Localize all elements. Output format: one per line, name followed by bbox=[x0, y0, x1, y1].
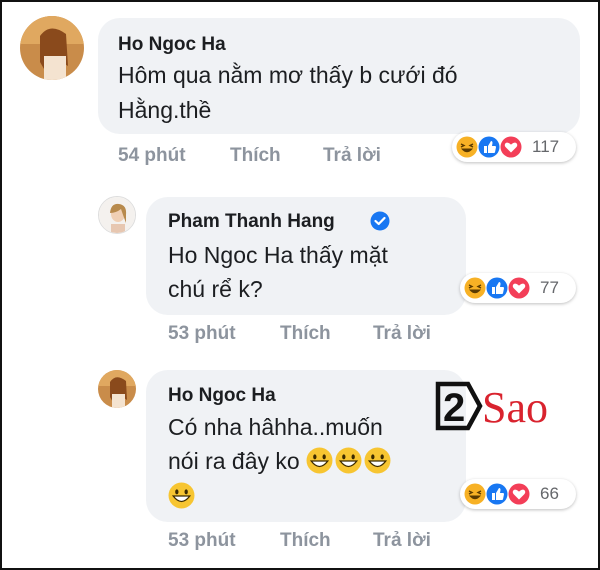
comment-text-fragment: thấy mặt bbox=[293, 242, 388, 268]
comment-text-line: chú rể k? bbox=[168, 276, 263, 302]
comment-text-line: Ho Ngoc Ha thấy mặt bbox=[168, 238, 388, 272]
like-icon bbox=[486, 277, 508, 299]
comment-author[interactable]: Ho Ngoc Ha bbox=[168, 385, 276, 407]
haha-icon bbox=[464, 277, 486, 299]
grinning-icon bbox=[306, 447, 333, 474]
reply-button[interactable]: Trả lời bbox=[373, 530, 431, 552]
comment-text-line: Có nha hâhha..muốn bbox=[168, 414, 383, 440]
like-button[interactable]: Thích bbox=[280, 323, 331, 345]
comment-text-line: nói ra đây ko bbox=[168, 444, 393, 478]
watermark-word: Sao bbox=[482, 383, 548, 432]
haha-icon bbox=[456, 136, 478, 158]
like-icon bbox=[486, 483, 508, 505]
comment-text-line: Hằng.thề bbox=[118, 97, 212, 123]
love-icon bbox=[508, 483, 530, 505]
avatar-ho-ngoc-ha[interactable] bbox=[20, 16, 84, 80]
mention-link[interactable]: Ho Ngoc Ha bbox=[168, 242, 293, 268]
comment-actions: 53 phút Thích Trả lời bbox=[168, 323, 468, 347]
watermark-logo: 2 Sao bbox=[434, 378, 574, 434]
comment-text-fragment: nói ra đây ko bbox=[168, 448, 300, 474]
haha-icon bbox=[464, 483, 486, 505]
comment-text-line: Hôm qua nằm mơ thấy b cưới đó bbox=[118, 62, 458, 88]
like-icon bbox=[478, 136, 500, 158]
reply-button[interactable]: Trả lời bbox=[323, 145, 381, 167]
grinning-icon bbox=[335, 447, 362, 474]
love-icon bbox=[500, 136, 522, 158]
reaction-count: 66 bbox=[540, 484, 559, 503]
reaction-summary[interactable]: 117 bbox=[452, 132, 576, 162]
comment-text-line bbox=[168, 479, 197, 513]
like-button[interactable]: Thích bbox=[280, 530, 331, 552]
comment-author[interactable]: Ho Ngoc Ha bbox=[118, 34, 226, 56]
reaction-summary[interactable]: 77 bbox=[460, 273, 576, 303]
comment-time[interactable]: 54 phút bbox=[118, 145, 186, 167]
comment-author[interactable]: Pham Thanh Hang bbox=[168, 211, 335, 233]
reaction-count: 77 bbox=[540, 278, 559, 297]
comment-time[interactable]: 53 phút bbox=[168, 323, 236, 345]
comment-actions: 54 phút Thích Trả lời bbox=[118, 145, 418, 169]
comment-actions: 53 phút Thích Trả lời bbox=[168, 530, 468, 554]
reaction-count: 117 bbox=[532, 137, 560, 156]
love-icon bbox=[508, 277, 530, 299]
grinning-icon bbox=[364, 447, 391, 474]
reply-button[interactable]: Trả lời bbox=[373, 323, 431, 345]
like-button[interactable]: Thích bbox=[230, 145, 281, 167]
verified-badge-icon bbox=[370, 211, 390, 231]
grinning-icon bbox=[168, 482, 195, 509]
avatar-pham-thanh-hang[interactable] bbox=[98, 196, 136, 234]
reaction-summary[interactable]: 66 bbox=[460, 479, 576, 509]
comment-time[interactable]: 53 phút bbox=[168, 530, 236, 552]
avatar-ho-ngoc-ha[interactable] bbox=[98, 370, 136, 408]
watermark-number: 2 bbox=[443, 386, 465, 430]
